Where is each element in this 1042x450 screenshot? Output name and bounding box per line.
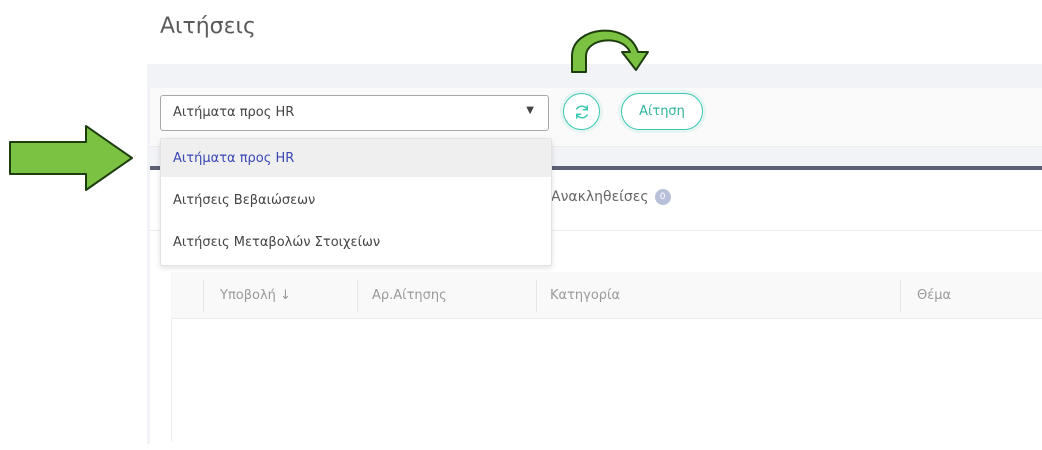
column-header-submission[interactable]: Υποβολή ↓: [220, 288, 291, 303]
page-title: Αιτήσεις: [160, 14, 256, 39]
tab-withdrawn-label: Ανακληθείσες: [551, 189, 649, 205]
column-separator: [357, 280, 358, 312]
green-curved-arrow-icon: [571, 29, 649, 73]
column-header-subject[interactable]: Θέμα: [917, 288, 951, 303]
request-type-dropdown: Αιτήματα προς HR Αιτήσεις Βεβαιώσεων Αιτ…: [160, 138, 552, 266]
request-type-select[interactable]: Αιτήματα προς HR ▼: [160, 95, 549, 131]
select-value: Αιτήματα προς HR: [173, 105, 295, 120]
refresh-button[interactable]: [563, 93, 600, 130]
dropdown-option-certificate-requests[interactable]: Αιτήσεις Βεβαιώσεων: [161, 181, 551, 219]
green-arrow-right-icon: [9, 125, 133, 191]
column-header-request-number[interactable]: Αρ.Αίτησης: [372, 288, 447, 303]
refresh-icon: [575, 104, 588, 119]
caret-down-icon: ▼: [526, 105, 534, 116]
dropdown-option-data-change-requests[interactable]: Αιτήσεις Μεταβολών Στοιχείων: [161, 223, 551, 261]
new-request-button[interactable]: Αίτηση: [621, 93, 703, 130]
tab-withdrawn[interactable]: Ανακληθείσες 0: [551, 189, 671, 205]
column-separator: [536, 280, 537, 312]
column-header-category[interactable]: Κατηγορία: [550, 288, 620, 303]
count-badge: 0: [654, 189, 671, 205]
dropdown-option-hr-requests[interactable]: Αιτήματα προς HR: [161, 139, 551, 177]
column-separator: [900, 280, 901, 312]
column-separator: [203, 280, 204, 312]
